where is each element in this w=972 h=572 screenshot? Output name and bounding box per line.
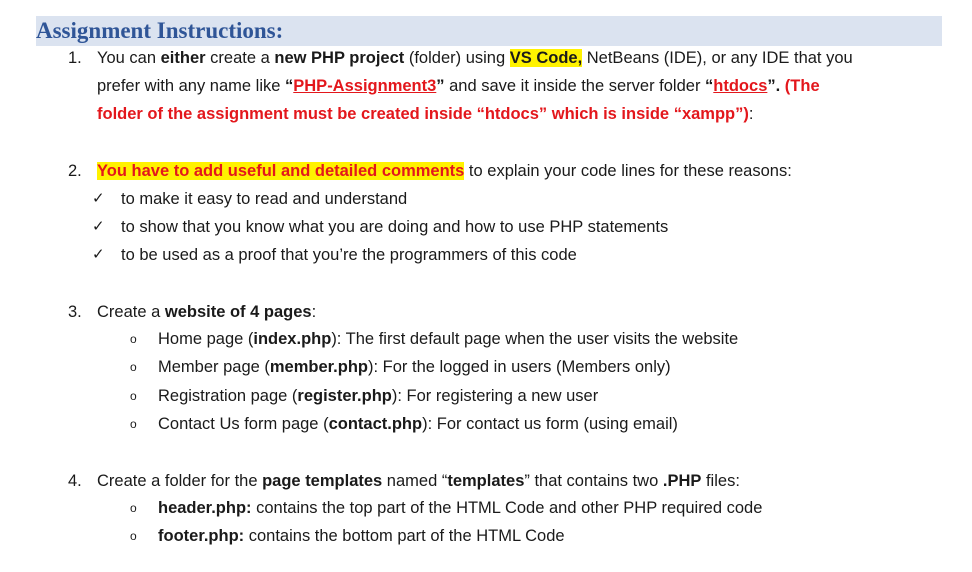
item-4-number: 4. xyxy=(68,472,82,490)
item-1-line-3: folder of the assignment must be created… xyxy=(97,105,754,123)
assignment-heading: Assignment Instructions: xyxy=(36,16,942,46)
reason-2: to show that you know what you are doing… xyxy=(121,218,669,236)
page-home: Home page (index.php): The first default… xyxy=(158,330,739,348)
reason-3: to be used as a proof that you’re the pr… xyxy=(121,246,577,264)
item-1-number: 1. xyxy=(68,49,82,67)
item-4-line-1: Create a folder for the page templates n… xyxy=(97,472,740,490)
reason-1: to make it easy to read and understand xyxy=(121,190,408,208)
comments-highlight: You have to add useful and detailed comm… xyxy=(97,162,465,180)
template-header: header.php: contains the top part of the… xyxy=(158,499,763,517)
bullet-icon: o xyxy=(130,360,137,374)
bullet-icon: o xyxy=(130,389,137,403)
item-2-number: 2. xyxy=(68,162,82,180)
bullet-icon: o xyxy=(130,332,137,346)
bullet-icon: o xyxy=(130,417,137,431)
bullet-icon: o xyxy=(130,529,137,543)
page-member: Member page (member.php): For the logged… xyxy=(158,358,671,376)
item-3-number: 3. xyxy=(68,303,82,321)
item-3-line-1: Create a website of 4 pages: xyxy=(97,303,317,321)
vs-code-highlight: VS Code, xyxy=(509,49,583,67)
item-1-line-1: You can either create a new PHP project … xyxy=(97,49,853,67)
item-2-line-1: You have to add useful and detailed comm… xyxy=(97,162,792,180)
template-footer: footer.php: contains the bottom part of … xyxy=(158,527,565,545)
check-icon: ✓ xyxy=(92,190,105,207)
project-name: PHP-Assignment3 xyxy=(293,77,437,95)
page-contact: Contact Us form page (contact.php): For … xyxy=(158,415,678,433)
bullet-icon: o xyxy=(130,501,137,515)
page-register: Registration page (register.php): For re… xyxy=(158,387,599,405)
item-1-line-2: prefer with any name like “PHP-Assignmen… xyxy=(97,77,820,95)
check-icon: ✓ xyxy=(92,218,105,235)
check-icon: ✓ xyxy=(92,246,105,263)
htdocs-folder: htdocs xyxy=(713,77,768,95)
